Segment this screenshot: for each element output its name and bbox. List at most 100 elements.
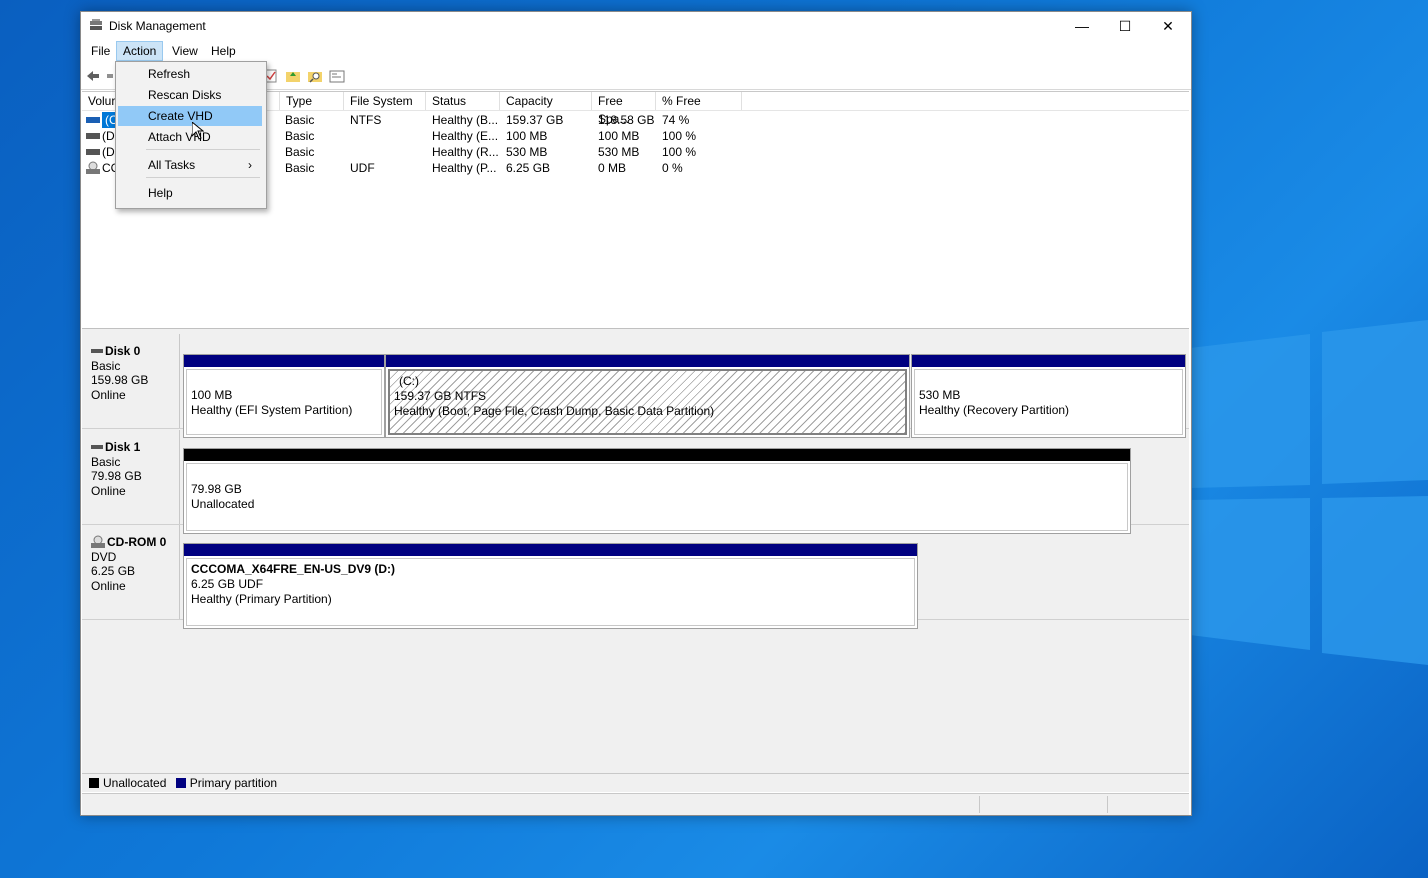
menu-item-help[interactable]: Help <box>118 183 262 203</box>
back-arrow-icon[interactable] <box>85 68 101 84</box>
disk-management-icon <box>90 19 102 30</box>
disk-state: Online <box>91 578 126 593</box>
partition-size: 530 MB <box>919 388 961 402</box>
volume-free: 530 MB <box>598 145 640 159</box>
disk-icon <box>91 349 103 354</box>
volume-capacity: 6.25 GB <box>506 161 551 175</box>
col-status[interactable]: Status <box>426 92 500 110</box>
partition-recovery[interactable]: 530 MB Healthy (Recovery Partition) <box>911 354 1186 438</box>
col-percent-free[interactable]: % Free <box>656 92 742 110</box>
chevron-right-icon: › <box>248 158 252 172</box>
partition-efi[interactable]: 100 MB Healthy (EFI System Partition) <box>183 354 385 438</box>
legend-unallocated: Unallocated <box>103 776 167 790</box>
status-bar <box>82 793 1189 815</box>
legend-primary: Primary partition <box>189 776 278 790</box>
folder-up-icon[interactable] <box>285 68 301 84</box>
disk-name: Disk 0 <box>105 344 141 358</box>
windows-logo-icon <box>1190 320 1428 665</box>
partition-bar <box>184 544 917 556</box>
disk-label[interactable]: CD-ROM 0 DVD 6.25 GB Online <box>82 525 180 619</box>
disk-graphical-view: Disk 0 Basic 159.98 GB Online 100 MB Hea… <box>82 334 1189 774</box>
volume-capacity: 100 MB <box>506 129 548 143</box>
partition-bar <box>184 355 384 367</box>
disk-state: Online <box>91 387 126 402</box>
disk-type: Basic <box>91 454 121 469</box>
partition-size: 159.37 GB NTFS <box>394 389 487 403</box>
volume-free: 100 MB <box>598 129 640 143</box>
menu-bar: File Action View Help <box>81 40 1191 62</box>
disk-icon <box>86 149 100 155</box>
partition-title: (C:) <box>399 374 419 388</box>
cdrom-icon <box>91 535 105 549</box>
search-icon[interactable] <box>307 68 323 84</box>
disk-row: Disk 0 Basic 159.98 GB Online 100 MB Hea… <box>82 334 1189 438</box>
col-capacity[interactable]: Capacity <box>500 92 592 110</box>
title-bar: Disk Management — ☐ ✕ <box>81 12 1191 40</box>
legend-swatch-primary <box>175 778 186 788</box>
partition-title: CCCOMA_X64FRE_EN-US_DV9 (D:) <box>191 562 396 576</box>
menu-item-create-vhd[interactable]: Create VHD <box>118 106 262 126</box>
disk-icon <box>86 133 100 139</box>
partition-bar <box>912 355 1185 367</box>
disk-size: 6.25 GB <box>91 564 136 578</box>
volume-pct-free: 100 % <box>662 145 697 159</box>
menu-item-attach-vhd[interactable]: Attach VHD <box>118 127 262 147</box>
volume-status: Healthy (E... <box>432 129 499 143</box>
partition-bar <box>386 355 909 367</box>
volume-capacity: 530 MB <box>506 145 548 159</box>
menu-item-label: All Tasks <box>148 158 196 172</box>
menu-action[interactable]: Action <box>116 41 164 61</box>
col-file-system[interactable]: File System <box>344 92 426 110</box>
partition-size: 6.25 GB UDF <box>191 577 264 591</box>
volume-pct-free: 74 % <box>662 113 690 127</box>
partition-status: Healthy (Recovery Partition) <box>919 403 1070 417</box>
volume-pct-free: 0 % <box>662 161 683 175</box>
window-title: Disk Management <box>109 19 206 33</box>
console-icon[interactable] <box>329 68 345 84</box>
disk-icon <box>91 445 103 450</box>
volume-type: Basic <box>285 129 315 143</box>
partition-status: Healthy (EFI System Partition) <box>191 403 353 417</box>
disk-row: CD-ROM 0 DVD 6.25 GB Online CCCOMA_X64FR… <box>82 525 1189 629</box>
volume-status: Healthy (R... <box>432 145 499 159</box>
disk-label[interactable]: Disk 1 Basic 79.98 GB Online <box>82 430 180 524</box>
legend-swatch-unallocated <box>89 778 99 788</box>
maximize-button[interactable]: ☐ <box>1102 12 1148 40</box>
partition-unallocated[interactable]: 79.98 GB Unallocated <box>183 448 1131 534</box>
menu-help[interactable]: Help <box>205 42 242 60</box>
menu-separator <box>146 177 260 178</box>
mouse-cursor-icon <box>192 122 204 140</box>
menu-item-rescan-disks[interactable]: Rescan Disks <box>118 85 262 105</box>
volume-capacity: 159.37 GB <box>506 113 564 127</box>
partition-status: Healthy (Boot, Page File, Crash Dump, Ba… <box>394 404 715 418</box>
partition-dvd[interactable]: CCCOMA_X64FRE_EN-US_DV9 (D:) 6.25 GB UDF… <box>183 543 918 629</box>
volume-status: Healthy (B... <box>432 113 499 127</box>
disk-size: 79.98 GB <box>91 469 142 483</box>
disk-state: Online <box>91 483 126 498</box>
disk-type: Basic <box>91 358 121 373</box>
menu-view[interactable]: View <box>166 42 204 60</box>
col-type[interactable]: Type <box>280 92 344 110</box>
volume-free: 0 MB <box>598 161 627 175</box>
col-free-space[interactable]: Free Spa... <box>592 92 656 126</box>
volume-type: Basic <box>285 113 315 127</box>
menu-file[interactable]: File <box>85 42 116 60</box>
partition-status: Unallocated <box>191 497 255 511</box>
volume-type: Basic <box>285 145 315 159</box>
close-button[interactable]: ✕ <box>1145 12 1191 40</box>
menu-item-refresh[interactable]: Refresh <box>118 64 262 84</box>
partition-bar <box>184 449 1130 461</box>
volume-status: Healthy (P... <box>432 161 497 175</box>
minimize-button[interactable]: — <box>1059 12 1105 40</box>
disk-name: Disk 1 <box>105 440 141 454</box>
disk-label[interactable]: Disk 0 Basic 159.98 GB Online <box>82 334 180 428</box>
partition-c[interactable]: (C:) 159.37 GB NTFS Healthy (Boot, Page … <box>385 354 910 438</box>
disk-size: 159.98 GB <box>91 373 149 387</box>
menu-item-all-tasks[interactable]: All Tasks › <box>118 155 262 175</box>
menu-separator <box>146 149 260 150</box>
volume-type: Basic <box>285 161 315 175</box>
partition-size: 79.98 GB <box>191 482 242 496</box>
volume-free: 118.58 GB <box>598 113 655 127</box>
partition-status: Healthy (Primary Partition) <box>191 592 332 606</box>
disk-row: Disk 1 Basic 79.98 GB Online 79.98 GB Un… <box>82 430 1189 534</box>
